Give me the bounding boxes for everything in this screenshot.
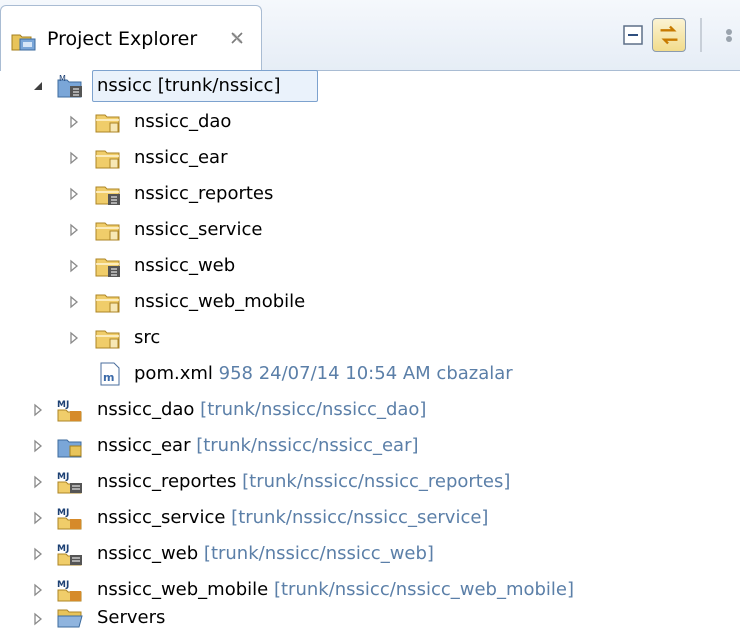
folder-icon [95, 330, 120, 349]
tree-item-project[interactable]: nssicc_ear [trunk/nssicc/nssicc_ear] [0, 428, 740, 464]
open-folder-icon [57, 609, 83, 628]
svg-text:M: M [59, 74, 66, 83]
tree-item-label: nssicc_web [trunk/nssicc/nssicc_web] [97, 543, 434, 564]
tree-item-label: nssicc_ear [134, 147, 228, 168]
chevron-right-icon[interactable] [66, 258, 82, 274]
svg-text:J: J [65, 472, 69, 482]
tree-item-folder[interactable]: nssicc_dao [0, 104, 740, 140]
tree-item-root[interactable]: M nssicc [trunk/nssicc] [0, 68, 740, 104]
maven-web-project-icon: MJ [57, 544, 82, 566]
chevron-right-icon[interactable] [30, 510, 46, 526]
svg-text:M: M [57, 544, 66, 554]
tree-item-servers[interactable]: Servers [0, 603, 740, 631]
tree-item-project[interactable]: MJ nssicc_dao [trunk/nssicc/nssicc_dao] [0, 392, 740, 428]
tree-item-project[interactable]: MJ nssicc_web [trunk/nssicc/nssicc_web] [0, 536, 740, 572]
chevron-right-icon[interactable] [30, 611, 46, 627]
chevron-right-icon[interactable] [66, 294, 82, 310]
tree-item-file[interactable]: m pom.xml 958 24/07/14 10:54 AM cbazalar [0, 356, 740, 392]
folder-icon [95, 222, 120, 241]
chevron-right-icon[interactable] [66, 222, 82, 238]
folder-icon [95, 150, 120, 169]
svg-text:M: M [57, 508, 66, 518]
chevron-right-icon[interactable] [66, 186, 82, 202]
maven-project-icon: MJ [57, 580, 82, 602]
chevron-right-icon[interactable] [30, 546, 46, 562]
maven-project-icon: MJ [57, 508, 82, 530]
tree-item-label: nssicc_reportes [trunk/nssicc/nssicc_rep… [97, 471, 511, 492]
folder-icon [95, 114, 120, 133]
tree-item-label: nssicc_dao [trunk/nssicc/nssicc_dao] [97, 399, 427, 420]
chevron-right-icon[interactable] [30, 438, 46, 454]
tree-item-label: nssicc_dao [134, 111, 232, 132]
tree-item-label: nssicc_web_mobile [trunk/nssicc/nssicc_w… [97, 579, 575, 600]
ear-project-icon [57, 439, 82, 458]
chevron-right-icon[interactable] [30, 402, 46, 418]
chevron-right-icon[interactable] [66, 114, 82, 130]
tree-item-folder[interactable]: src [0, 320, 740, 356]
pom-file-icon: m [100, 362, 120, 386]
maven-web-project-icon: MJ [57, 472, 82, 494]
svg-text:M: M [57, 400, 66, 410]
tree-item-label: nssicc_ear [trunk/nssicc/nssicc_ear] [97, 435, 419, 456]
maven-ear-project-icon: M [57, 74, 82, 98]
tree-item-label: nssicc_service [trunk/nssicc/nssicc_serv… [97, 507, 489, 528]
svg-text:J: J [65, 580, 69, 590]
tree-item-label: nssicc_service [134, 219, 263, 240]
chevron-right-icon[interactable] [66, 330, 82, 346]
tree-item-label: nssicc_web [134, 255, 236, 276]
tree-item-label: pom.xml 958 24/07/14 10:54 AM cbazalar [134, 363, 513, 384]
tree-item-label: nssicc_reportes [134, 183, 274, 204]
chevron-right-icon[interactable] [30, 582, 46, 598]
chevron-down-icon[interactable] [30, 78, 46, 94]
tree-item-label: nssicc [trunk/nssicc] [97, 75, 281, 96]
chevron-right-icon[interactable] [66, 150, 82, 166]
folder-icon [95, 294, 120, 313]
project-tree: M nssicc [trunk/nssicc] nssicc_dao nssic… [0, 0, 740, 631]
svg-text:J: J [65, 400, 69, 410]
folder-project-icon [95, 186, 120, 205]
maven-project-icon: MJ [57, 400, 82, 422]
chevron-right-icon[interactable] [30, 474, 46, 490]
tree-item-label: nssicc_web_mobile [134, 291, 306, 312]
tree-item-label: src [134, 327, 161, 348]
tree-item-project[interactable]: MJ nssicc_service [trunk/nssicc/nssicc_s… [0, 500, 740, 536]
tree-item-folder[interactable]: nssicc_web_mobile [0, 284, 740, 320]
tree-item-folder[interactable]: nssicc_reportes [0, 176, 740, 212]
tree-item-folder[interactable]: nssicc_ear [0, 140, 740, 176]
svg-text:M: M [57, 472, 66, 482]
svg-text:J: J [65, 508, 69, 518]
svg-text:J: J [65, 544, 69, 554]
svg-text:M: M [57, 580, 66, 590]
tree-item-project[interactable]: MJ nssicc_reportes [trunk/nssicc/nssicc_… [0, 464, 740, 500]
svg-text:m: m [103, 371, 114, 384]
folder-project-icon [95, 258, 120, 277]
tree-item-label: Servers [97, 607, 166, 628]
tree-item-folder[interactable]: nssicc_web [0, 248, 740, 284]
tree-item-folder[interactable]: nssicc_service [0, 212, 740, 248]
